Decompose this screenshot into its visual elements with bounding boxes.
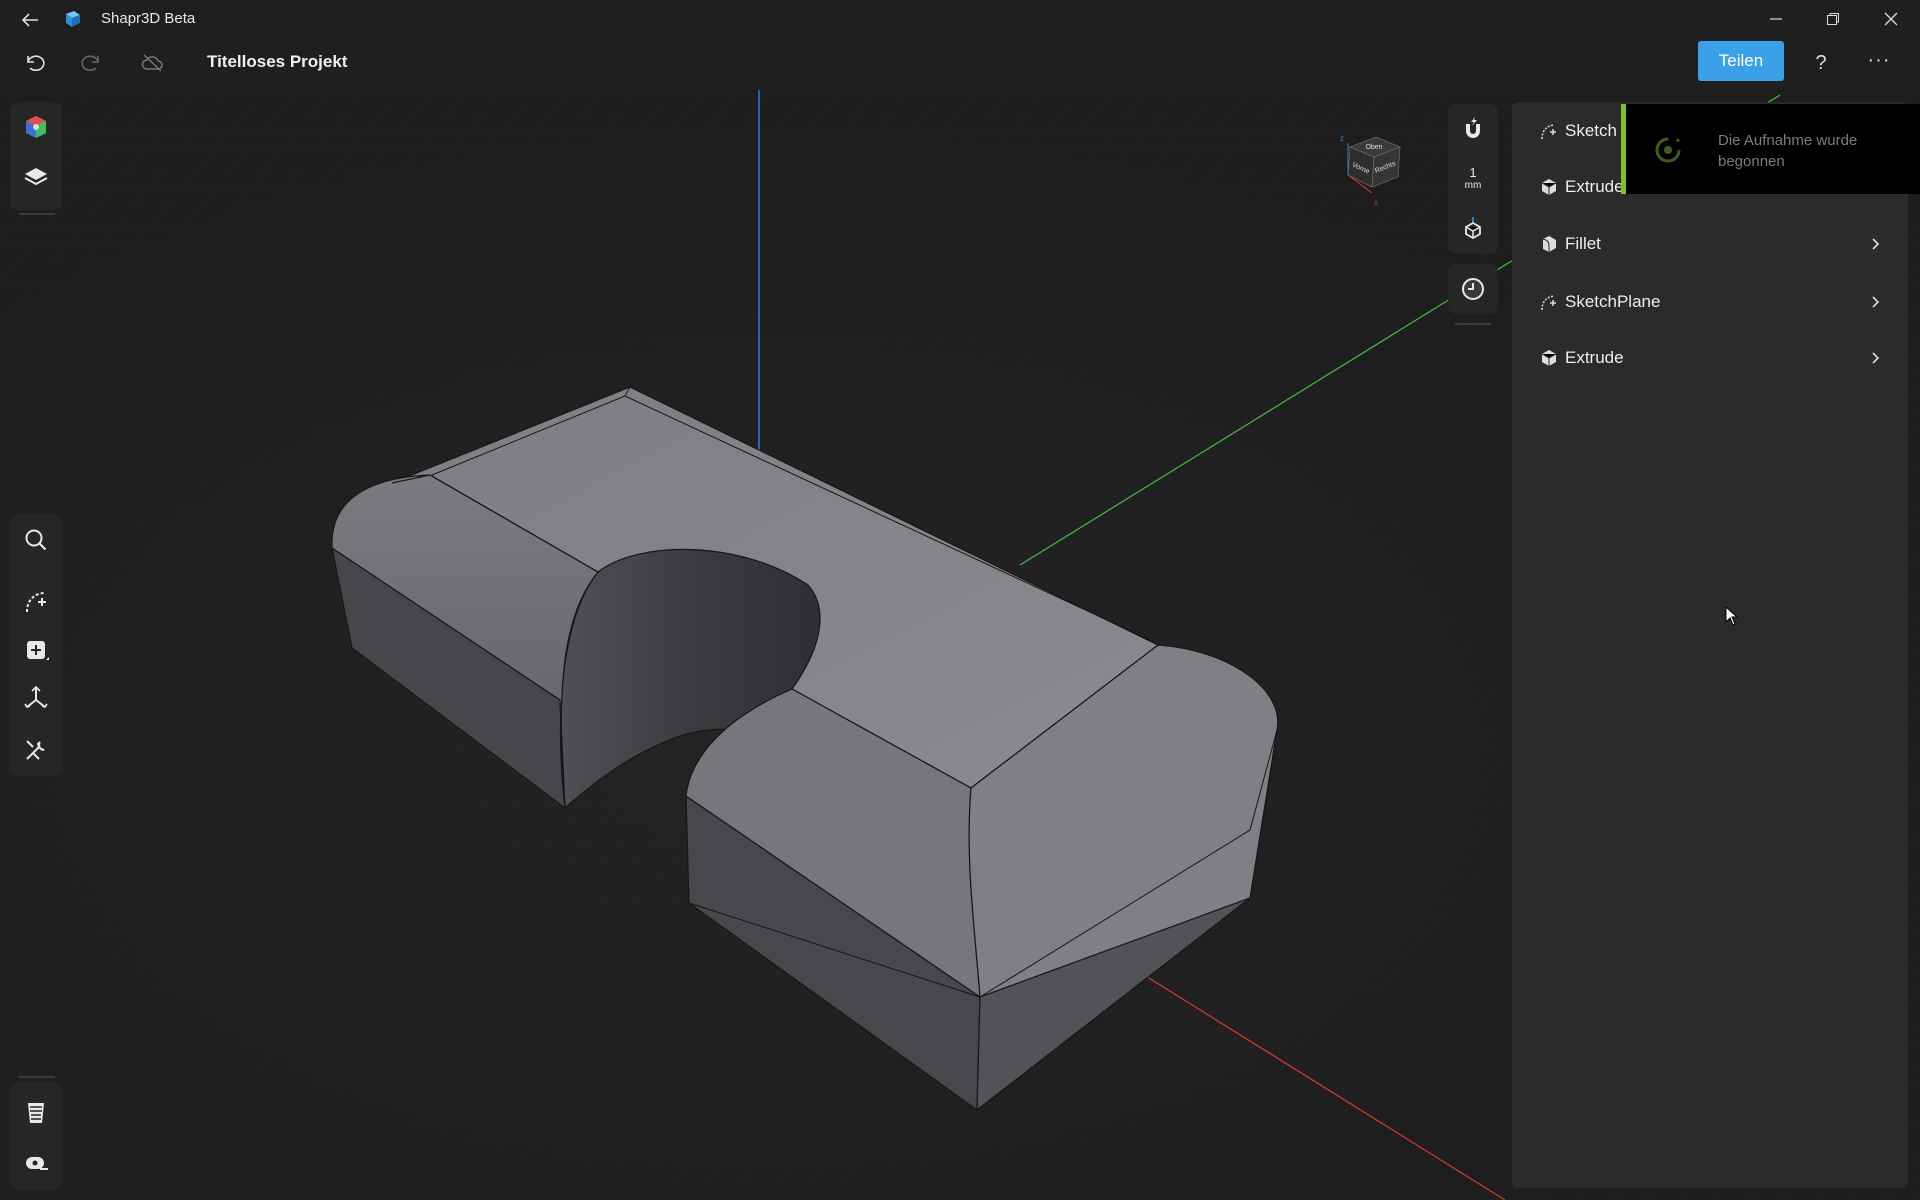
title-bar: Shapr3D Beta	[0, 0, 1920, 38]
history-item-label: Extrude	[1565, 177, 1624, 196]
tools-icon[interactable]	[13, 727, 59, 773]
sketch-icon	[1541, 295, 1556, 311]
redo-icon[interactable]	[77, 48, 107, 78]
axis-z-label: z	[1340, 134, 1344, 143]
history-item-label: Fillet	[1565, 234, 1601, 253]
view-cube[interactable]: Oben Vorne Rechts z x	[1328, 125, 1418, 215]
axis-x-label: x	[1374, 198, 1378, 207]
appearance-icon[interactable]	[13, 104, 59, 150]
measure-icon[interactable]	[13, 1140, 59, 1186]
sketch-tool-icon[interactable]	[13, 579, 59, 625]
undo-icon[interactable]	[19, 48, 49, 78]
recording-toast: Die Aufnahme wurde begonnen	[1621, 104, 1920, 194]
separator	[1455, 323, 1491, 325]
app-name: Shapr3D Beta	[101, 10, 196, 27]
history-item-sketchplane[interactable]: SketchPlane	[1512, 279, 1908, 325]
view-orientation-icon[interactable]	[1450, 204, 1496, 250]
history-item-extrude-2[interactable]: Extrude	[1512, 335, 1908, 381]
share-button[interactable]: Teilen	[1698, 41, 1784, 81]
toast-message: Die Aufnahme wurde begonnen	[1718, 132, 1858, 170]
fillet-icon	[1542, 236, 1556, 252]
cloud-off-icon[interactable]	[138, 48, 168, 78]
chevron-right-icon[interactable]	[1868, 351, 1882, 365]
add-body-icon[interactable]	[13, 627, 59, 673]
history-item-fillet[interactable]: Fillet	[1512, 221, 1908, 267]
history-item-label: SketchPlane	[1565, 292, 1661, 311]
history-item-label: Extrude	[1565, 348, 1624, 367]
section-icon[interactable]	[13, 1090, 59, 1136]
history-item-label: Sketch	[1565, 121, 1617, 140]
help-button[interactable]: ?	[1806, 48, 1836, 78]
sketch-icon	[1541, 124, 1556, 140]
restore-icon[interactable]	[1810, 4, 1856, 34]
layers-icon[interactable]	[13, 154, 59, 200]
separator	[19, 1076, 55, 1078]
close-icon[interactable]	[1868, 4, 1914, 34]
grid-scale-indicator[interactable]: 1 mm	[1450, 155, 1496, 201]
snap-magnet-icon[interactable]	[1450, 106, 1496, 152]
extrude-icon	[1541, 350, 1557, 366]
separator	[19, 213, 55, 215]
history-clock-icon[interactable]	[1450, 266, 1496, 312]
scale-unit: mm	[1464, 179, 1482, 191]
shapr3d-logo-icon	[62, 9, 82, 29]
scale-value: 1	[1469, 164, 1477, 180]
chevron-right-icon[interactable]	[1868, 237, 1882, 251]
transform-icon[interactable]	[13, 675, 59, 721]
chevron-right-icon[interactable]	[1868, 295, 1882, 309]
history-panel: Sketch Extrude Fillet SketchPlane Extrud…	[1512, 102, 1908, 1188]
cube-face-top: Oben	[1365, 144, 1382, 151]
more-options-button[interactable]: ···	[1864, 48, 1894, 78]
back-arrow-icon[interactable]	[18, 8, 42, 32]
minimize-icon[interactable]	[1753, 4, 1799, 34]
search-icon[interactable]	[13, 517, 59, 563]
project-title[interactable]: Titelloses Projekt	[207, 52, 347, 72]
mouse-cursor-icon	[1725, 606, 1739, 626]
top-toolbar: Titelloses Projekt Teilen ? ···	[0, 38, 1920, 90]
extrude-icon	[1541, 179, 1557, 195]
recording-icon	[1655, 137, 1681, 163]
